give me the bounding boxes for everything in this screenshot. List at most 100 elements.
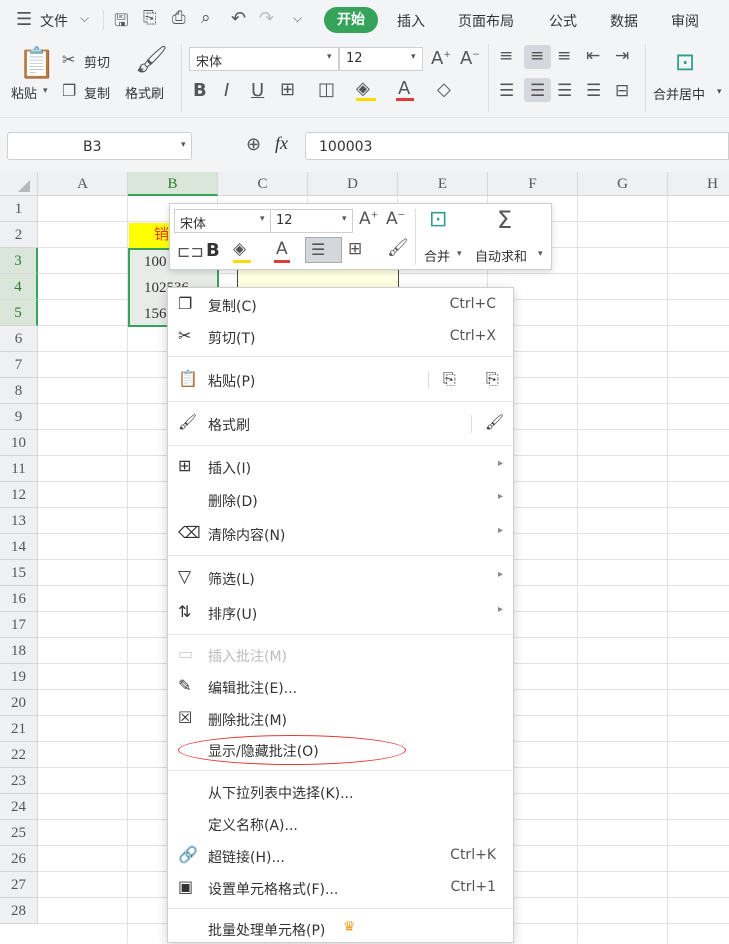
row-header[interactable]: 21 xyxy=(0,716,38,742)
tab-home[interactable]: 开始 xyxy=(324,7,378,33)
chevron-down-icon[interactable]: ▾ xyxy=(538,249,543,259)
row-header[interactable]: 15 xyxy=(0,560,38,586)
hamburger-icon[interactable]: ☰ xyxy=(16,9,32,30)
row-header[interactable]: 10 xyxy=(0,430,38,456)
row-header[interactable]: 1 xyxy=(0,196,38,222)
menu-item-sort[interactable]: ⇅ 排序(U) ▸ xyxy=(168,598,513,628)
more-icon[interactable]: ⌵ xyxy=(293,11,302,26)
undo-icon[interactable]: ↶ xyxy=(231,8,246,29)
column-header-h[interactable]: H xyxy=(668,172,729,196)
row-header[interactable]: 20 xyxy=(0,690,38,716)
row-header[interactable]: 5 xyxy=(0,300,38,326)
chevron-down-icon[interactable]: ▾ xyxy=(457,249,462,259)
mini-bold-button[interactable]: B xyxy=(206,240,220,261)
format-painter-icon[interactable]: 🖌 xyxy=(387,238,409,258)
mini-merge-button[interactable]: 合并 xyxy=(424,246,450,265)
paste-special-icon[interactable]: ⎘ xyxy=(486,369,499,389)
italic-icon[interactable]: I xyxy=(224,80,229,101)
wrap-text-icon[interactable]: ⊏⊐ xyxy=(177,242,204,261)
chevron-down-icon[interactable]: ▾ xyxy=(43,86,48,96)
row-header[interactable]: 4 xyxy=(0,274,38,300)
menu-item-edit-comment[interactable]: ✎ 编辑批注(E)... xyxy=(168,672,513,702)
distributed-icon[interactable]: ⊟ xyxy=(615,81,629,101)
column-header-g[interactable]: G xyxy=(578,172,668,196)
tab-insert[interactable]: 插入 xyxy=(397,11,425,31)
row-header[interactable]: 6 xyxy=(0,326,38,352)
row-header[interactable]: 8 xyxy=(0,378,38,404)
menu-item-clear[interactable]: ⌫ 清除内容(N) ▸ xyxy=(168,519,513,549)
mini-autosum-button[interactable]: 自动求和 xyxy=(475,246,527,265)
fill-color-icon[interactable]: ◈ xyxy=(356,78,370,99)
menu-item-delete-comment[interactable]: ☒ 删除批注(M) xyxy=(168,704,513,734)
menu-item-batch-cells[interactable]: 批量处理单元格(P) ♛ xyxy=(168,914,513,944)
increase-font-icon[interactable]: A+ xyxy=(431,48,451,69)
menu-item-insert[interactable]: ⊞ 插入(I) ▸ xyxy=(168,452,513,482)
indent-decrease-icon[interactable]: ⇤ xyxy=(586,46,600,66)
chevron-down-icon[interactable]: ▾ xyxy=(717,87,722,97)
row-header[interactable]: 12 xyxy=(0,482,38,508)
menu-item-hyperlink[interactable]: 🔗 超链接(H)... Ctrl+K xyxy=(168,841,513,871)
font-color-icon[interactable]: A xyxy=(398,78,410,99)
menu-item-format-painter[interactable]: 🖌 格式刷 🖌 xyxy=(168,409,513,439)
font-name-select[interactable]: 宋体 ▾ xyxy=(189,47,339,71)
row-header[interactable]: 28 xyxy=(0,898,38,924)
tab-formula[interactable]: 公式 xyxy=(549,11,577,31)
eraser-icon[interactable]: ◇ xyxy=(437,79,451,100)
row-header[interactable]: 9 xyxy=(0,404,38,430)
row-header[interactable]: 25 xyxy=(0,820,38,846)
row-header[interactable]: 24 xyxy=(0,794,38,820)
decrease-font-icon[interactable]: A− xyxy=(386,209,405,229)
merge-center-icon[interactable]: ⊡ xyxy=(675,48,695,76)
export-icon[interactable]: ⎘ xyxy=(143,8,157,28)
row-header[interactable]: 27 xyxy=(0,872,38,898)
tab-page-layout[interactable]: 页面布局 xyxy=(458,11,514,31)
redo-icon[interactable]: ↷ xyxy=(259,8,274,29)
row-header[interactable]: 13 xyxy=(0,508,38,534)
column-header-f[interactable]: F xyxy=(488,172,578,196)
column-header-a[interactable]: A xyxy=(38,172,128,196)
menu-item-format-cells[interactable]: ▣ 设置单元格格式(F)... Ctrl+1 xyxy=(168,873,513,903)
autosum-icon[interactable]: Σ xyxy=(497,206,512,234)
row-header[interactable]: 11 xyxy=(0,456,38,482)
tab-data[interactable]: 数据 xyxy=(610,11,638,31)
mini-font-size-select[interactable]: 12 ▾ xyxy=(270,209,353,233)
format-painter-button[interactable]: 格式刷 xyxy=(125,83,164,102)
paste-icon[interactable]: 📋 xyxy=(18,46,55,81)
row-header[interactable]: 14 xyxy=(0,534,38,560)
increase-font-icon[interactable]: A+ xyxy=(359,209,378,229)
fill-pattern-icon[interactable]: ◫ xyxy=(318,79,335,100)
row-header[interactable]: 19 xyxy=(0,664,38,690)
save-icon[interactable]: 🖫 xyxy=(114,8,128,37)
menu-item-delete[interactable]: 删除(D) ▸ xyxy=(168,485,513,515)
merge-center-button[interactable]: 合并居中 xyxy=(653,84,705,103)
row-header[interactable]: 3 xyxy=(0,248,38,274)
paste-text-only-icon[interactable]: ⎘ xyxy=(443,369,456,389)
row-header[interactable]: 17 xyxy=(0,612,38,638)
row-header[interactable]: 23 xyxy=(0,768,38,794)
formula-input[interactable]: 100003 xyxy=(305,132,729,160)
fx-icon[interactable]: fx xyxy=(275,133,288,154)
column-header-e[interactable]: E xyxy=(398,172,488,196)
chevron-down-icon[interactable]: ⌵ xyxy=(80,11,89,26)
column-header-b[interactable]: B xyxy=(128,172,218,196)
menu-item-cut[interactable]: ✂ 剪切(T) Ctrl+X xyxy=(168,322,513,352)
justify-icon[interactable]: ☰ xyxy=(586,81,601,101)
format-painter-icon[interactable]: 🖌 xyxy=(135,45,168,75)
column-header-c[interactable]: C xyxy=(218,172,308,196)
border-icon[interactable]: ⊞ xyxy=(348,239,362,259)
align-left-icon[interactable]: ☰ xyxy=(499,81,514,101)
row-header[interactable]: 7 xyxy=(0,352,38,378)
file-menu[interactable]: 文件 xyxy=(40,11,68,31)
column-header-d[interactable]: D xyxy=(308,172,398,196)
align-bottom-icon[interactable]: ≡ xyxy=(557,46,571,66)
row-header[interactable]: 2 xyxy=(0,222,38,248)
print-icon[interactable]: ⎙ xyxy=(172,8,186,28)
menu-item-filter[interactable]: ▽ 筛选(L) ▸ xyxy=(168,563,513,593)
menu-item-define-name[interactable]: 定义名称(A)... xyxy=(168,809,513,839)
row-header[interactable]: 18 xyxy=(0,638,38,664)
indent-increase-icon[interactable]: ⇥ xyxy=(615,46,629,66)
tab-review[interactable]: 审阅 xyxy=(671,11,699,31)
align-top-icon[interactable]: ≡ xyxy=(499,46,513,66)
cut-button[interactable]: 剪切 xyxy=(84,52,110,71)
paste-button[interactable]: 粘贴 xyxy=(11,83,37,102)
